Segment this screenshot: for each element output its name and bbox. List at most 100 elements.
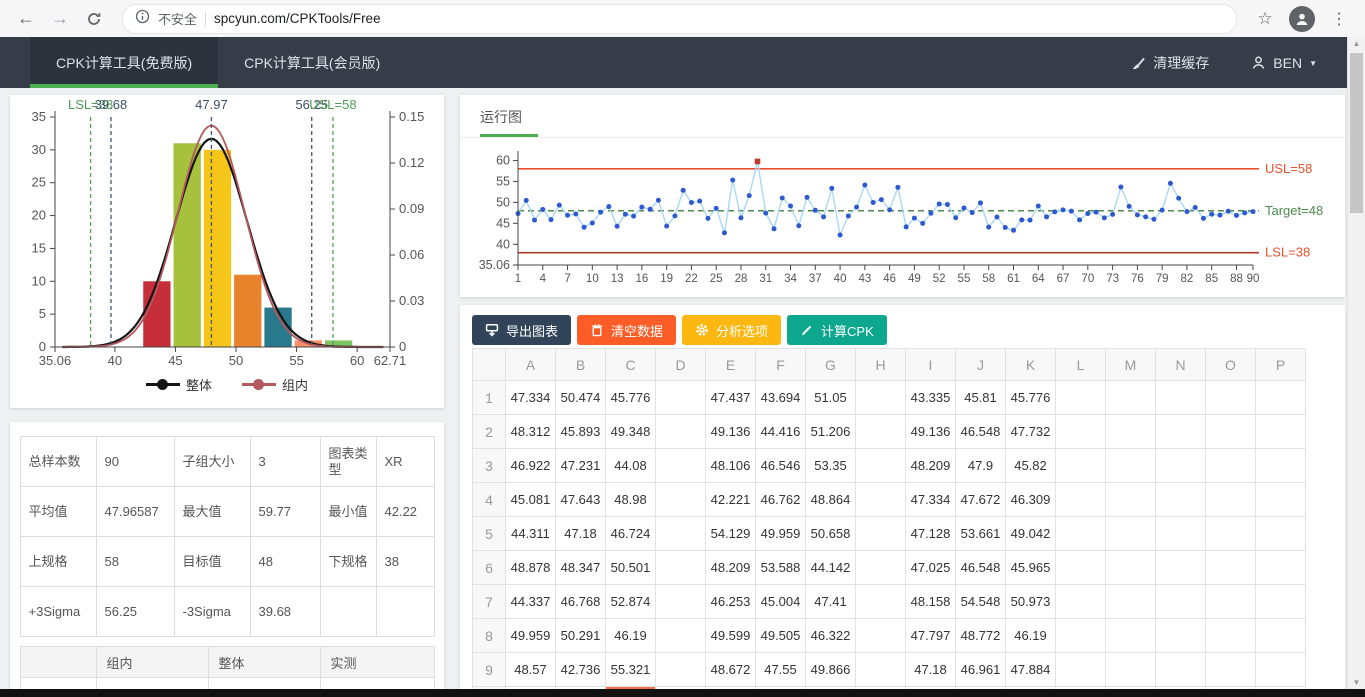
forward-icon[interactable]: → — [46, 5, 74, 33]
sheet-cell[interactable] — [1106, 483, 1156, 517]
sheet-cell[interactable]: 49.136 — [706, 415, 756, 449]
sheet-cell[interactable]: 54.548 — [956, 585, 1006, 619]
sheet-cell[interactable]: 54.129 — [706, 517, 756, 551]
sheet-cell[interactable]: 50.501 — [606, 551, 656, 585]
column-header[interactable]: J — [956, 349, 1006, 381]
column-header[interactable]: L — [1056, 349, 1106, 381]
sheet-cell[interactable] — [1056, 517, 1106, 551]
sheet-cell[interactable] — [856, 517, 906, 551]
sheet-cell[interactable]: 46.322 — [806, 619, 856, 653]
sheet-cell[interactable] — [1056, 381, 1106, 415]
sheet-cell[interactable]: 46.961 — [956, 653, 1006, 687]
tab-cpk-member[interactable]: CPK计算工具(会员版) — [218, 37, 406, 88]
column-header[interactable]: M — [1106, 349, 1156, 381]
sheet-cell[interactable]: 48.672 — [706, 653, 756, 687]
sheet-cell[interactable]: 48.158 — [906, 585, 956, 619]
column-header[interactable]: I — [906, 349, 956, 381]
sheet-cell[interactable]: 55.321 — [606, 653, 656, 687]
sheet-cell[interactable] — [656, 619, 706, 653]
sheet-cell[interactable]: 46.768 — [556, 585, 606, 619]
sheet-cell[interactable]: 48.864 — [806, 483, 856, 517]
sheet-cell[interactable] — [1056, 449, 1106, 483]
sheet-cell[interactable]: 47.9 — [956, 449, 1006, 483]
column-header[interactable]: E — [706, 349, 756, 381]
sheet-cell[interactable] — [1256, 381, 1306, 415]
sheet-cell[interactable]: 45.004 — [756, 585, 806, 619]
sheet-cell[interactable]: 43.335 — [906, 381, 956, 415]
sheet-cell[interactable] — [1256, 517, 1306, 551]
sheet-cell[interactable]: 47.41 — [806, 585, 856, 619]
sheet-cell[interactable] — [856, 483, 906, 517]
sheet-cell[interactable] — [856, 619, 906, 653]
sheet-cell[interactable]: 46.253 — [706, 585, 756, 619]
sheet-cell[interactable] — [1106, 551, 1156, 585]
sheet-cell[interactable] — [1106, 653, 1156, 687]
back-icon[interactable]: ← — [12, 5, 40, 33]
sheet-cell[interactable]: 48.772 — [956, 619, 1006, 653]
sheet-cell[interactable]: 46.548 — [956, 551, 1006, 585]
sheet-cell[interactable]: 46.546 — [756, 449, 806, 483]
sheet-cell[interactable] — [1156, 449, 1206, 483]
sheet-cell[interactable] — [1106, 449, 1156, 483]
sheet-cell[interactable]: 45.965 — [1006, 551, 1056, 585]
sheet-cell[interactable]: 50.474 — [556, 381, 606, 415]
sheet-cell[interactable] — [656, 483, 706, 517]
sheet-cell[interactable]: 47.643 — [556, 483, 606, 517]
sheet-cell[interactable] — [1256, 585, 1306, 619]
sheet-cell[interactable] — [1206, 517, 1256, 551]
sheet-cell[interactable]: 47.797 — [906, 619, 956, 653]
sheet-cell[interactable]: 46.19 — [606, 619, 656, 653]
row-header[interactable]: 3 — [473, 449, 506, 483]
sheet-cell[interactable]: 44.337 — [506, 585, 556, 619]
sheet-cell[interactable]: 45.081 — [506, 483, 556, 517]
sheet-cell[interactable]: 44.08 — [606, 449, 656, 483]
sheet-cell[interactable]: 46.19 — [1006, 619, 1056, 653]
sheet-cell[interactable] — [656, 585, 706, 619]
sheet-cell[interactable]: 47.437 — [706, 381, 756, 415]
sheet-cell[interactable]: 47.334 — [506, 381, 556, 415]
sheet-cell[interactable]: 45.82 — [1006, 449, 1056, 483]
clear-cache-button[interactable]: 清理缓存 — [1131, 53, 1209, 73]
sheet-cell[interactable]: 52.874 — [606, 585, 656, 619]
row-header[interactable]: 7 — [473, 585, 506, 619]
row-header[interactable]: 1 — [473, 381, 506, 415]
sheet-cell[interactable]: 44.311 — [506, 517, 556, 551]
row-header[interactable]: 9 — [473, 653, 506, 687]
sheet-cell[interactable] — [1106, 517, 1156, 551]
sheet-cell[interactable] — [1156, 585, 1206, 619]
sheet-cell[interactable] — [1156, 483, 1206, 517]
sheet-cell[interactable] — [1206, 483, 1256, 517]
sheet-cell[interactable] — [1256, 653, 1306, 687]
sheet-cell[interactable] — [656, 449, 706, 483]
sheet-cell[interactable] — [1256, 619, 1306, 653]
sheet-cell[interactable] — [1106, 381, 1156, 415]
sheet-cell[interactable] — [1256, 449, 1306, 483]
row-header[interactable]: 5 — [473, 517, 506, 551]
sheet-cell[interactable]: 47.231 — [556, 449, 606, 483]
sheet-cell[interactable]: 48.209 — [906, 449, 956, 483]
column-header[interactable]: K — [1006, 349, 1056, 381]
column-header[interactable]: O — [1206, 349, 1256, 381]
sheet-cell[interactable]: 49.959 — [756, 517, 806, 551]
sheet-cell[interactable]: 42.221 — [706, 483, 756, 517]
sheet-cell[interactable] — [1056, 551, 1106, 585]
column-header[interactable]: D — [656, 349, 706, 381]
sheet-cell[interactable] — [1156, 653, 1206, 687]
sheet-cell[interactable]: 46.309 — [1006, 483, 1056, 517]
sheet-cell[interactable]: 48.312 — [506, 415, 556, 449]
sheet-cell[interactable] — [1056, 585, 1106, 619]
sheet-cell[interactable] — [1106, 619, 1156, 653]
info-icon[interactable] — [135, 9, 150, 29]
column-header[interactable]: C — [606, 349, 656, 381]
sheet-cell[interactable]: 47.334 — [906, 483, 956, 517]
column-header[interactable]: B — [556, 349, 606, 381]
sheet-cell[interactable] — [1106, 585, 1156, 619]
sheet-cell[interactable]: 46.548 — [956, 415, 1006, 449]
sheet-cell[interactable] — [856, 449, 906, 483]
sheet-cell[interactable] — [856, 551, 906, 585]
sheet-cell[interactable]: 48.98 — [606, 483, 656, 517]
calc-cpk-button[interactable]: 计算CPK — [787, 315, 887, 345]
sheet-cell[interactable]: 45.81 — [956, 381, 1006, 415]
sheet-cell[interactable] — [1106, 415, 1156, 449]
sheet-cell[interactable] — [1206, 381, 1256, 415]
